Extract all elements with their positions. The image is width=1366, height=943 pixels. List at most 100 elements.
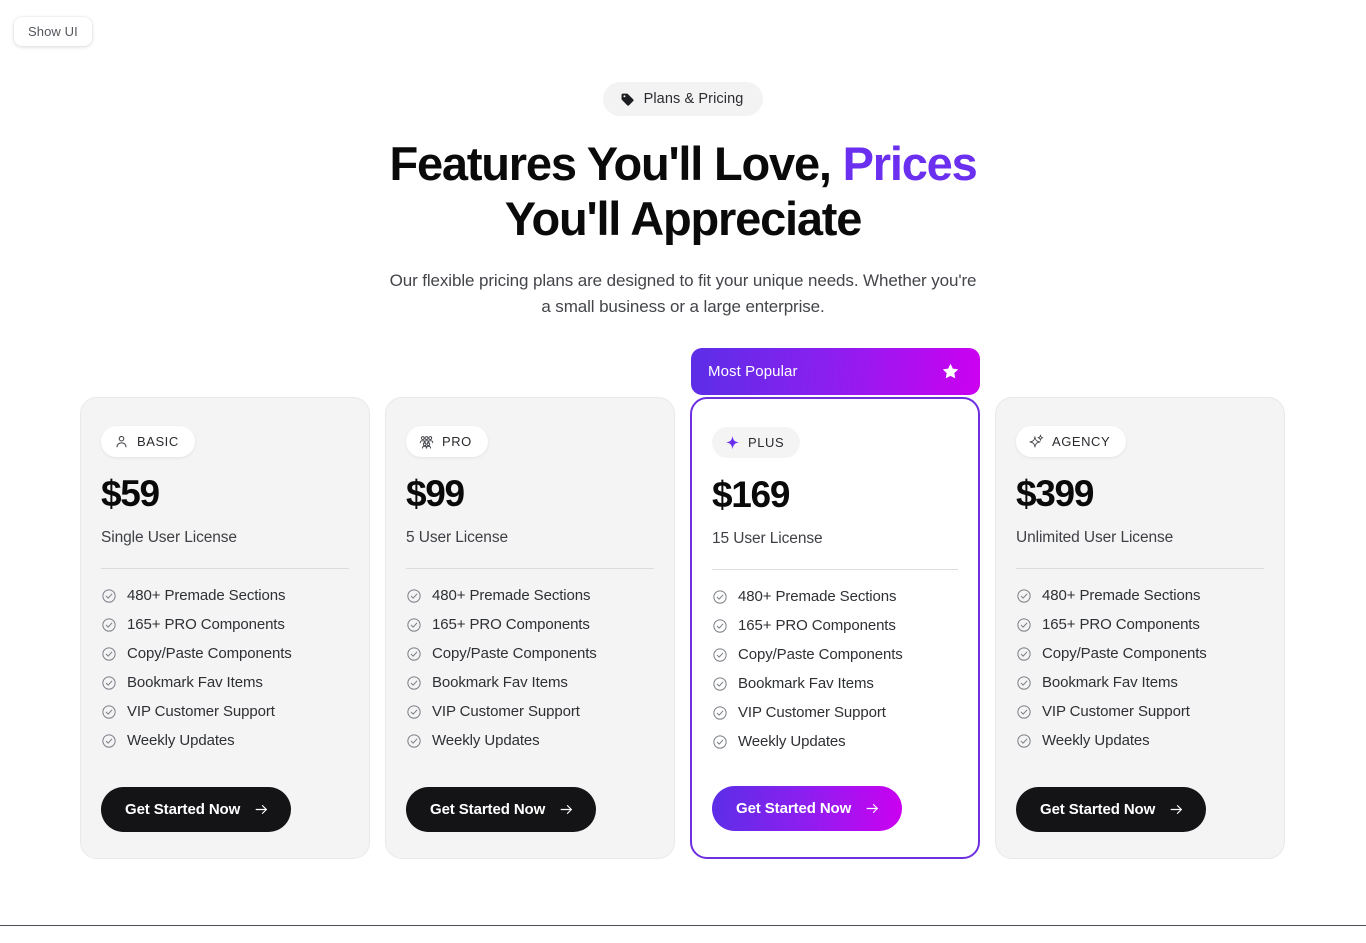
get-started-button-plus[interactable]: Get Started Now	[712, 786, 903, 831]
check-circle-icon	[406, 617, 422, 633]
check-circle-icon	[712, 705, 728, 721]
pricing-card-basic: BASIC $59 Single User License 480+ Premade …	[80, 397, 370, 859]
check-circle-icon	[712, 676, 728, 692]
feature-label: Weekly Updates	[1042, 732, 1150, 749]
feature-item: Weekly Updates	[712, 733, 958, 750]
check-circle-icon	[101, 704, 117, 720]
bottom-divider	[0, 925, 1366, 926]
feature-item: Weekly Updates	[406, 732, 654, 749]
plan-price: $399	[1016, 473, 1094, 514]
check-circle-icon	[1016, 617, 1032, 633]
feature-item: 165+ PRO Components	[406, 616, 654, 633]
feature-label: Weekly Updates	[738, 733, 846, 750]
plan-license: 5 User License	[406, 529, 508, 546]
check-circle-icon	[712, 618, 728, 634]
feature-item: Copy/Paste Components	[1016, 645, 1264, 662]
headline-part-1: Features You'll Love,	[389, 137, 843, 190]
feature-item: Copy/Paste Components	[406, 645, 654, 662]
plan-badge-label: BASIC	[137, 434, 179, 449]
headline-part-2: You'll Appreciate	[504, 192, 863, 245]
feature-label: 480+ Premade Sections	[127, 587, 286, 604]
page-title: Features You'll Love, Prices You'll Appr…	[363, 136, 1003, 246]
feature-item: VIP Customer Support	[101, 703, 349, 720]
double-sparkle-icon	[1029, 434, 1044, 449]
check-circle-icon	[101, 588, 117, 604]
check-circle-icon	[101, 675, 117, 691]
sparkle-icon	[725, 435, 740, 450]
check-circle-icon	[712, 647, 728, 663]
arrow-right-icon	[559, 802, 574, 817]
feature-list: 480+ Premade Sections 165+ PRO Components…	[1016, 587, 1264, 749]
check-circle-icon	[1016, 704, 1032, 720]
feature-label: 165+ PRO Components	[127, 616, 285, 633]
check-circle-icon	[1016, 588, 1032, 604]
feature-item: 165+ PRO Components	[712, 617, 958, 634]
feature-label: Bookmark Fav Items	[127, 674, 263, 691]
feature-label: 165+ PRO Components	[432, 616, 590, 633]
check-circle-icon	[712, 734, 728, 750]
feature-item: 480+ Premade Sections	[101, 587, 349, 604]
check-circle-icon	[101, 617, 117, 633]
cta-label: Get Started Now	[430, 801, 546, 818]
plan-card-body: AGENCY $399 Unlimited User License 480+ Pre…	[995, 397, 1285, 859]
feature-item: Bookmark Fav Items	[101, 674, 349, 691]
plan-badge-label: AGENCY	[1052, 434, 1111, 449]
plans-pricing-badge: Plans & Pricing	[602, 82, 764, 116]
cta-label: Get Started Now	[736, 800, 852, 817]
cta-label: Get Started Now	[125, 801, 241, 818]
get-started-button-agency[interactable]: Get Started Now	[1016, 787, 1207, 832]
feature-label: Bookmark Fav Items	[432, 674, 568, 691]
check-circle-icon	[406, 588, 422, 604]
feature-item: 480+ Premade Sections	[406, 587, 654, 604]
plan-card-body: BASIC $59 Single User License 480+ Premade …	[80, 397, 370, 859]
feature-label: VIP Customer Support	[432, 703, 580, 720]
plan-price: $59	[101, 473, 160, 514]
plan-license: 15 User License	[712, 530, 823, 547]
plan-badge-label: PLUS	[748, 435, 785, 450]
card-divider	[712, 569, 958, 570]
feature-item: Weekly Updates	[1016, 732, 1264, 749]
arrow-right-icon	[254, 802, 269, 817]
check-circle-icon	[1016, 675, 1032, 691]
feature-item: Bookmark Fav Items	[406, 674, 654, 691]
feature-item: 165+ PRO Components	[101, 616, 349, 633]
user-icon	[114, 434, 129, 449]
plan-license: Single User License	[101, 529, 237, 546]
pricing-page: Show UI Plans & Pricing Features You'll …	[0, 0, 1366, 943]
star-icon	[941, 362, 960, 381]
tag-icon	[620, 92, 635, 107]
feature-label: Copy/Paste Components	[127, 645, 292, 662]
feature-label: VIP Customer Support	[1042, 703, 1190, 720]
feature-item: VIP Customer Support	[406, 703, 654, 720]
page-header: Plans & Pricing Features You'll Love, Pr…	[0, 0, 1366, 320]
card-divider	[406, 568, 654, 569]
feature-label: Copy/Paste Components	[432, 645, 597, 662]
check-circle-icon	[1016, 646, 1032, 662]
get-started-button-pro[interactable]: Get Started Now	[406, 787, 597, 832]
plan-badge-pro: PRO	[406, 426, 488, 457]
plan-price: $99	[406, 473, 465, 514]
pricing-cards: BASIC $59 Single User License 480+ Premade …	[80, 348, 1286, 859]
feature-label: Copy/Paste Components	[738, 646, 903, 663]
feature-list: 480+ Premade Sections 165+ PRO Components…	[712, 588, 958, 750]
check-circle-icon	[101, 733, 117, 749]
feature-item: VIP Customer Support	[1016, 703, 1264, 720]
feature-label: Copy/Paste Components	[1042, 645, 1207, 662]
plan-badge-label: PRO	[442, 434, 472, 449]
feature-item: Bookmark Fav Items	[1016, 674, 1264, 691]
feature-label: Weekly Updates	[432, 732, 540, 749]
headline-accent: Prices	[842, 137, 978, 190]
feature-item: 480+ Premade Sections	[712, 588, 958, 605]
feature-label: VIP Customer Support	[738, 704, 886, 721]
plans-pricing-badge-label: Plans & Pricing	[643, 91, 744, 107]
get-started-button-basic[interactable]: Get Started Now	[101, 787, 292, 832]
feature-label: 165+ PRO Components	[738, 617, 896, 634]
check-circle-icon	[712, 589, 728, 605]
feature-label: Bookmark Fav Items	[1042, 674, 1178, 691]
feature-item: Weekly Updates	[101, 732, 349, 749]
pricing-card-plus: Most Popular PLUS $169 15 User License 480+ …	[690, 348, 980, 859]
plan-badge-agency: AGENCY	[1016, 426, 1127, 457]
check-circle-icon	[406, 675, 422, 691]
plan-card-body: PLUS $169 15 User License 480+ Premade Sect…	[690, 397, 980, 859]
feature-label: 480+ Premade Sections	[738, 588, 897, 605]
